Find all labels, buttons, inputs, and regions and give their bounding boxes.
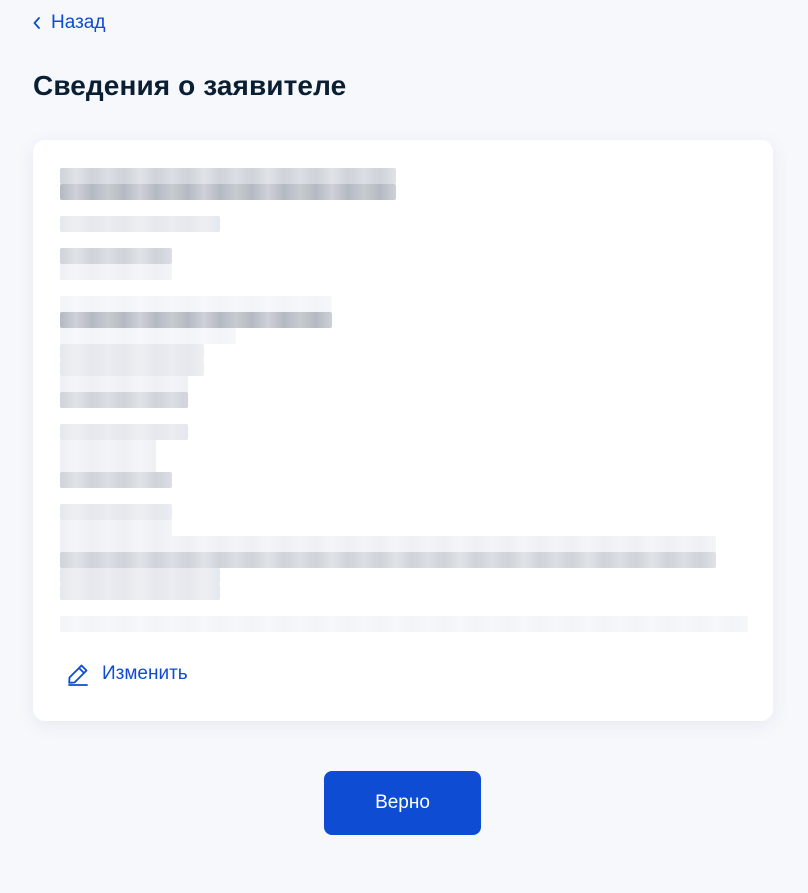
redacted-line [60,216,220,232]
confirm-button[interactable]: Верно [324,771,481,835]
pencil-icon [66,662,90,686]
back-link-label: Назад [51,12,106,33]
chevron-left-icon [33,17,41,29]
edit-link[interactable]: Изменить [66,662,188,686]
page-title: Сведения о заявителе [33,70,347,101]
redacted-line [60,616,748,632]
applicant-info-card: Изменить [33,140,773,721]
edit-link-label: Изменить [102,663,188,684]
back-link[interactable]: Назад [33,12,105,34]
